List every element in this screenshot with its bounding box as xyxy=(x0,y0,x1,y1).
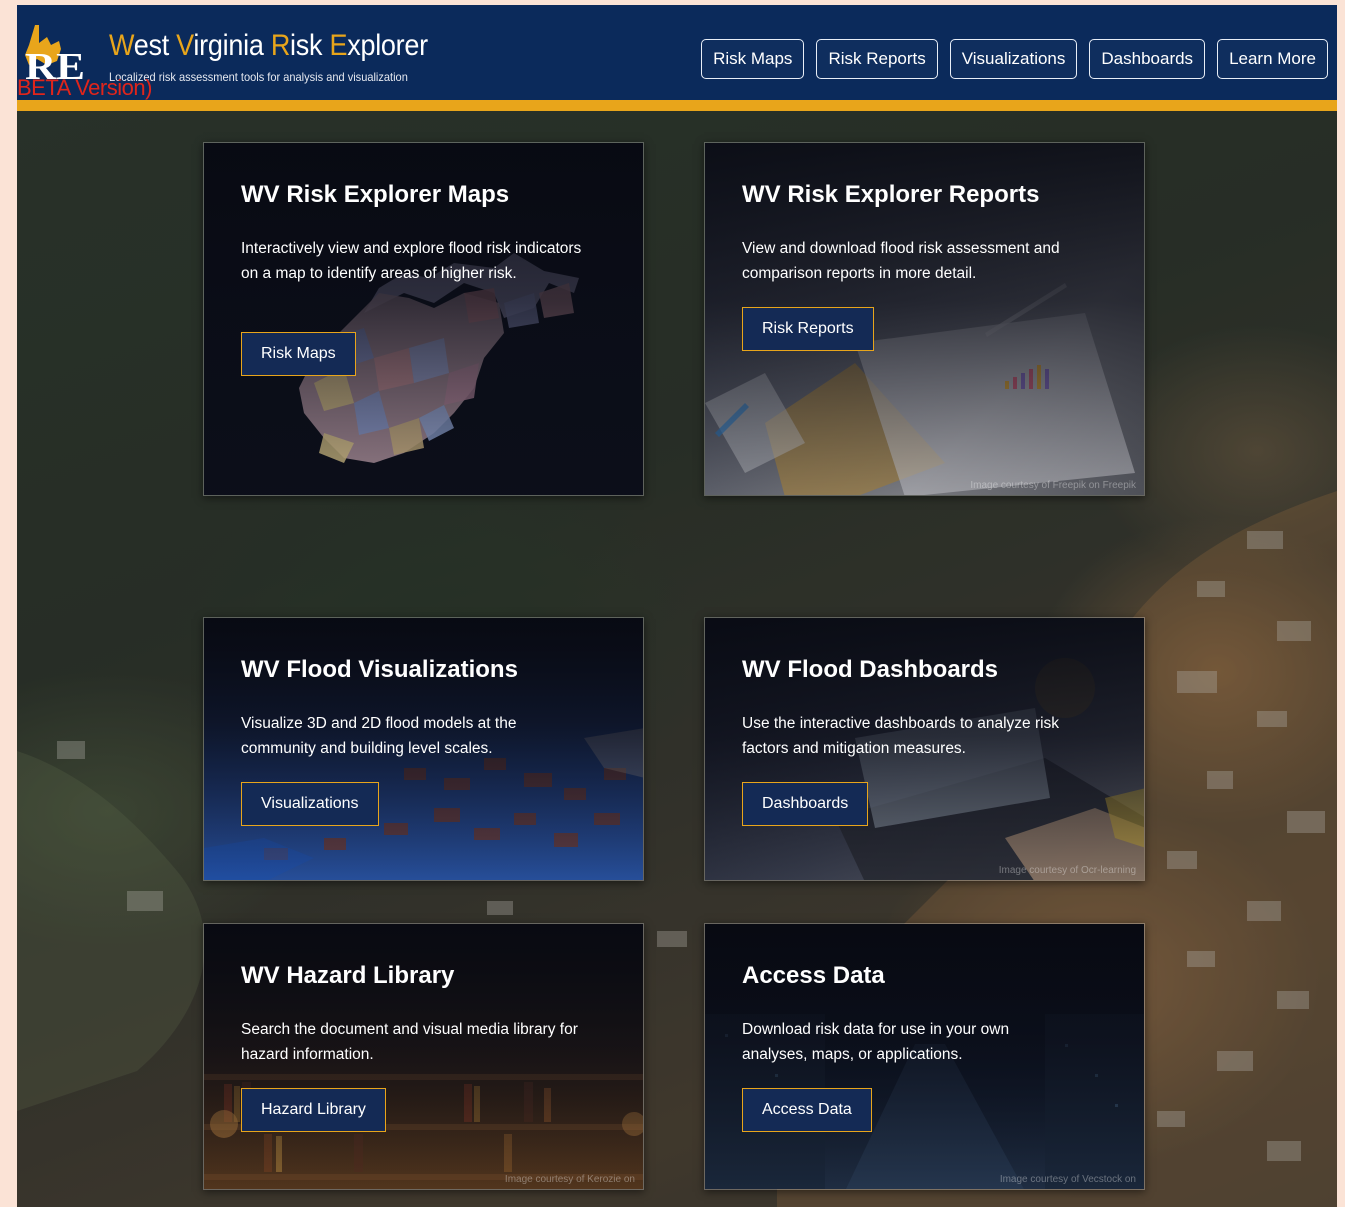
card-desc-maps: Interactively view and explore flood ris… xyxy=(241,240,582,282)
main-nav: Risk Maps Risk Reports Visualizations Da… xyxy=(701,39,1328,79)
card-risk-maps: WV Risk Explorer Maps Interactively view… xyxy=(203,142,644,496)
title-part-explorer: xplorer xyxy=(347,29,428,62)
card-credit-data: Image courtesy of Vecstock on xyxy=(999,1174,1136,1185)
title-initial-e: E xyxy=(329,29,348,62)
nav-dashboards-button[interactable]: Dashboards xyxy=(1089,39,1206,79)
title-initial-r: R xyxy=(270,29,291,62)
card-title-maps: WV Risk Explorer Maps xyxy=(241,181,510,208)
card-desc-visualizations: Visualize 3D and 2D flood models at the … xyxy=(241,715,517,757)
title-initial-v: V xyxy=(176,29,194,62)
site-header: R E West Virginia Risk Explorer Localized… xyxy=(17,5,1337,100)
nav-learn-more-button[interactable]: Learn More xyxy=(1217,39,1328,79)
site-subtitle: Localized risk assessment tools for anal… xyxy=(109,70,408,84)
card-access-data: Access Data Download risk data for use i… xyxy=(704,923,1145,1190)
card-desc-data: Download risk data for use in your own a… xyxy=(742,1021,1010,1063)
dashboards-button[interactable]: Dashboards xyxy=(742,782,869,826)
title-part-west: est xyxy=(133,29,177,62)
card-title-reports: WV Risk Explorer Reports xyxy=(742,181,1040,208)
card-flood-dashboards: WV Flood Dashboards Use the interactive … xyxy=(704,617,1145,881)
card-credit-reports: Image courtesy of Freepik on Freepik xyxy=(970,480,1136,491)
card-desc-reports: View and download flood risk assessment … xyxy=(742,240,1060,282)
card-title-dashboards: WV Flood Dashboards xyxy=(742,656,999,683)
access-data-button[interactable]: Access Data xyxy=(742,1088,872,1132)
hazard-library-button[interactable]: Hazard Library xyxy=(241,1088,386,1132)
title-initial-w: W xyxy=(109,29,134,62)
card-title-data: Access Data xyxy=(742,962,885,989)
card-credit-library: Image courtesy of Kerozie on xyxy=(504,1174,635,1185)
title-part-virginia: irginia xyxy=(193,29,271,62)
card-desc-library: Search the document and visual media lib… xyxy=(241,1021,578,1063)
beta-label: BETA Version) xyxy=(17,75,152,100)
nav-visualizations-button[interactable]: Visualizations xyxy=(949,39,1078,79)
card-risk-reports: WV Risk Explorer Reports View and downlo… xyxy=(704,142,1145,496)
risk-reports-button[interactable]: Risk Reports xyxy=(742,307,874,351)
nav-risk-reports-button[interactable]: Risk Reports xyxy=(816,39,938,79)
header-accent-stripe xyxy=(17,100,1337,111)
card-hazard-library: WV Hazard Library Search the document an… xyxy=(203,923,644,1190)
card-credit-dashboards: Image courtesy of Ocr-learning xyxy=(998,865,1136,876)
page-frame: R E West Virginia Risk Explorer Localized… xyxy=(17,5,1337,1207)
nav-risk-maps-button[interactable]: Risk Maps xyxy=(701,39,805,79)
visualizations-button[interactable]: Visualizations xyxy=(241,782,379,826)
card-title-library: WV Hazard Library xyxy=(241,962,455,989)
site-title[interactable]: West Virginia Risk Explorer xyxy=(109,29,428,63)
risk-maps-button[interactable]: Risk Maps xyxy=(241,332,356,376)
title-part-risk: isk xyxy=(290,29,330,62)
card-desc-dashboards: Use the interactive dashboards to analyz… xyxy=(742,715,1060,757)
card-flood-visualizations: WV Flood Visualizations Visualize 3D and… xyxy=(203,617,644,881)
card-title-visualizations: WV Flood Visualizations xyxy=(241,656,518,683)
